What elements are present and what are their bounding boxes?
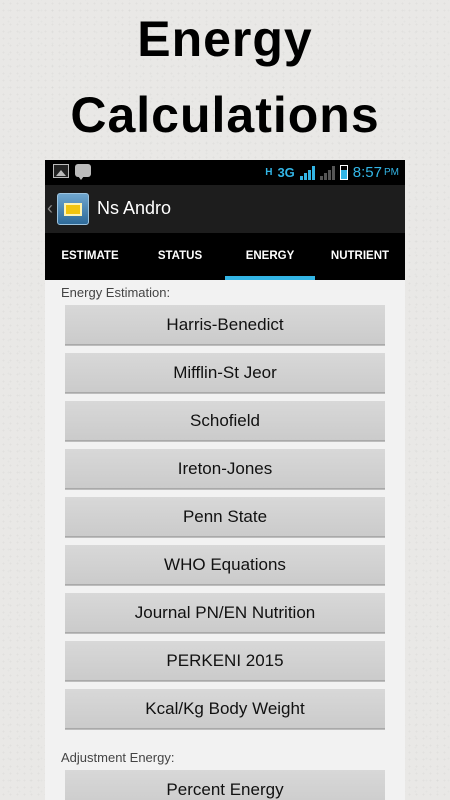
status-bar: H 3G 8:57 PM (45, 160, 405, 185)
battery-icon (339, 165, 348, 180)
clock-ampm: PM (384, 167, 399, 178)
system-icons: H 3G 8:57 PM (265, 162, 399, 183)
energy-content: Energy Estimation: Harris-Benedict Miffl… (45, 280, 405, 800)
who-equations-button[interactable]: WHO Equations (65, 545, 385, 585)
notification-icons (53, 164, 91, 180)
harris-benedict-button[interactable]: Harris-Benedict (65, 305, 385, 345)
penn-state-button[interactable]: Penn State (65, 497, 385, 537)
kcal-kg-body-weight-button[interactable]: Kcal/Kg Body Weight (65, 689, 385, 729)
clock-time: 8:57 (352, 164, 382, 181)
tab-status[interactable]: STATUS (135, 233, 225, 280)
app-envelope-icon[interactable] (57, 193, 89, 225)
tab-nutrient[interactable]: NUTRIENT (315, 233, 405, 280)
ireton-jones-button[interactable]: Ireton-Jones (65, 449, 385, 489)
phone-screen: H 3G 8:57 PM ‹ Ns Andro ESTIMATE STATUS … (45, 160, 405, 800)
headline-energy: Energy (137, 11, 313, 67)
gallery-icon (53, 164, 69, 178)
schofield-button[interactable]: Schofield (65, 401, 385, 441)
journal-pn-en-nutrition-button[interactable]: Journal PN/EN Nutrition (65, 593, 385, 633)
energy-estimation-label: Energy Estimation: (61, 285, 171, 300)
headline-calculations: Calculations (70, 87, 380, 143)
tab-bar: ESTIMATE STATUS ENERGY NUTRIENT (45, 233, 405, 280)
signal-icon (299, 165, 315, 180)
wifi-signal-icon (319, 165, 335, 180)
network-type: 3G (277, 165, 295, 180)
action-bar: ‹ Ns Andro (45, 185, 405, 233)
up-caret-icon[interactable]: ‹ (47, 198, 53, 219)
adjustment-energy-label: Adjustment Energy: (61, 750, 175, 765)
tab-energy[interactable]: ENERGY (225, 233, 315, 280)
tab-estimate[interactable]: ESTIMATE (45, 233, 135, 280)
network-h-indicator: H (265, 167, 273, 178)
mifflin-st-jeor-button[interactable]: Mifflin-St Jeor (65, 353, 385, 393)
perkeni-2015-button[interactable]: PERKENI 2015 (65, 641, 385, 681)
chat-icon (75, 164, 91, 180)
app-title: Ns Andro (97, 198, 172, 218)
percent-energy-button[interactable]: Percent Energy (65, 770, 385, 800)
